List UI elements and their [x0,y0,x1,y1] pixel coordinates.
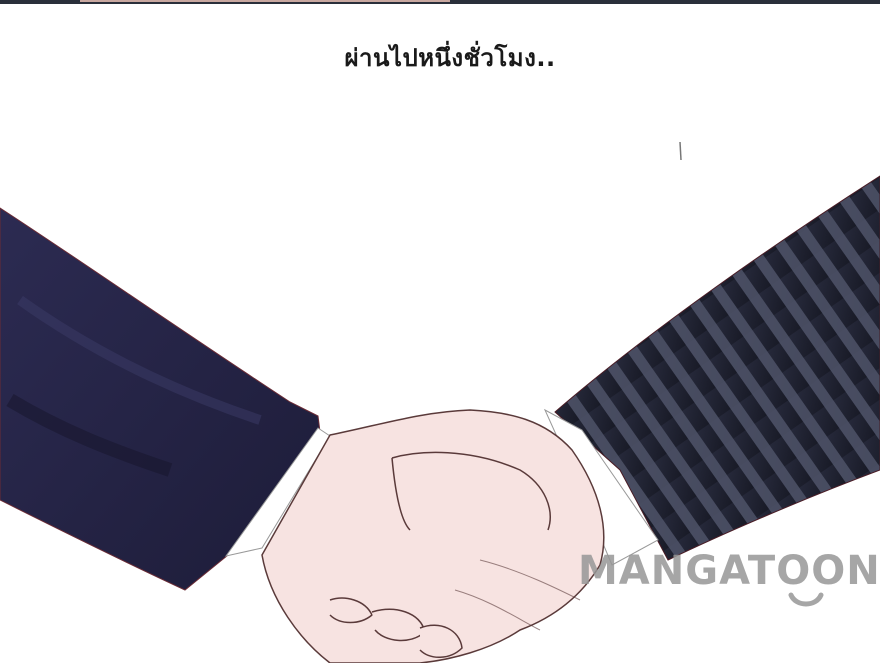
smile-icon [788,592,824,607]
watermark: MANGATOON [578,548,880,618]
watermark-text: MANGATOON [578,548,880,594]
left-sleeve [0,207,321,591]
